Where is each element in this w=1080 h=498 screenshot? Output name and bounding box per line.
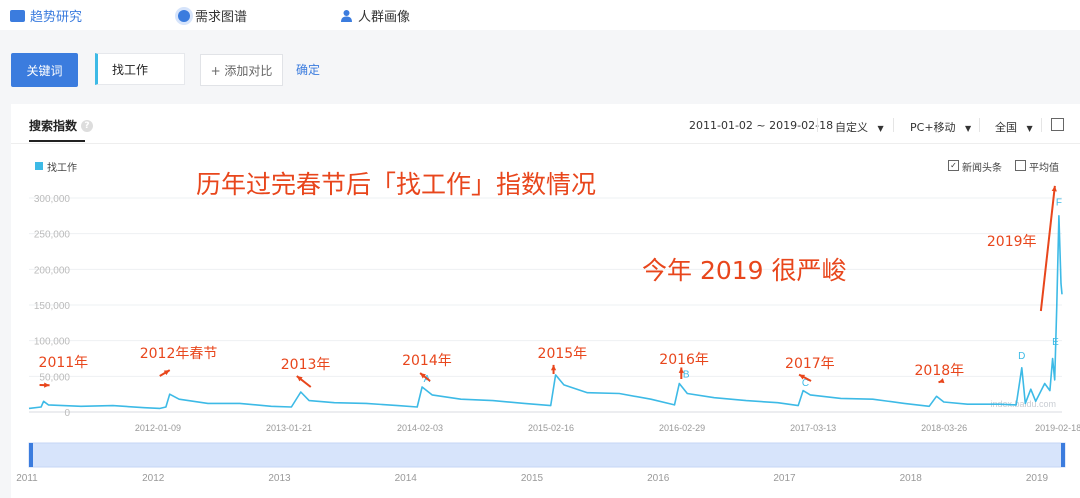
- annotation-label: 2019年: [987, 234, 1037, 250]
- y-tick-label: 100,000: [34, 337, 71, 348]
- x-tick-label: 2014-02-03: [397, 423, 443, 433]
- annotation-label: 2017年: [785, 356, 835, 372]
- x-tick-label: 2019-02-18: [1035, 423, 1080, 433]
- overview-year-label: 2011: [16, 473, 38, 484]
- overview-year-label: 2017: [773, 473, 796, 484]
- range-selection[interactable]: [28, 442, 1066, 468]
- y-tick-label: 150,000: [34, 301, 71, 312]
- annotation-label: 2011年: [39, 355, 89, 371]
- overview-year-label: 2019: [1026, 473, 1049, 484]
- chart-title: 历年过完春节后「找工作」指数情况: [196, 170, 596, 199]
- y-tick-label: 0: [64, 408, 70, 419]
- x-tick-label: 2012-01-09: [135, 423, 181, 433]
- series-layer: [28, 215, 1063, 410]
- news-markers: ABCDEF: [424, 198, 1062, 389]
- x-tick-label: 2016-02-29: [659, 423, 705, 433]
- annotation-label: 2018年: [915, 363, 965, 379]
- y-axis: 0 50,000 100,000 150,000 200,000 250,000 300,0…: [34, 194, 71, 419]
- annotation-label: 2016年: [659, 352, 709, 368]
- x-tick-label: 2013-01-21: [266, 423, 312, 433]
- y-tick-label: 200,000: [34, 265, 71, 276]
- x-tick-label: 2018-03-26: [921, 423, 967, 433]
- annotation-arrow: [1039, 185, 1056, 312]
- range-handle-left[interactable]: [29, 443, 33, 467]
- x-tick-label: 2017-03-13: [790, 423, 836, 433]
- y-tick-label: 250,000: [34, 230, 71, 241]
- annotation-label: 2015年: [538, 346, 588, 362]
- annotation-label: 2014年: [402, 353, 452, 369]
- annotation-label: 2012年春节: [140, 346, 218, 362]
- overview-year-label: 2015: [521, 473, 544, 484]
- overview-year-label: 2018: [900, 473, 923, 484]
- y-tick-label: 50,000: [39, 372, 70, 383]
- annotations: 2011年 2012年春节 2013年 2014年 2015年 2016年 2017年 201…: [39, 185, 1057, 388]
- news-marker[interactable]: D: [1018, 351, 1025, 362]
- x-axis: 2012-01-09 2013-01-21 2014-02-03 2015-02-16…: [135, 423, 1080, 433]
- grid: [29, 197, 1062, 413]
- news-marker[interactable]: F: [1056, 198, 1062, 209]
- range-handle-right[interactable]: [1061, 443, 1065, 467]
- overview-year-label: 2013: [268, 473, 291, 484]
- range-overview[interactable]: 2011 2012 2013 2014 2015 2016 2017 2018 2019: [16, 442, 1066, 484]
- news-marker[interactable]: E: [1052, 337, 1059, 348]
- overview-year-label: 2016: [647, 473, 670, 484]
- x-tick-label: 2015-02-16: [528, 423, 574, 433]
- annotation-label: 2013年: [281, 357, 331, 373]
- overview-year-label: 2014: [395, 473, 418, 484]
- chart-subtitle: 今年 2019 很严峻: [642, 256, 847, 285]
- arrow-head: [550, 364, 557, 371]
- series-line-找工作[interactable]: [28, 215, 1063, 410]
- overview-year-label: 2012: [142, 473, 165, 484]
- y-tick-label: 300,000: [34, 194, 71, 205]
- trend-chart: 0 50,000 100,000 150,000 200,000 250,000 300,0…: [16, 170, 1080, 484]
- news-marker[interactable]: B: [683, 370, 690, 381]
